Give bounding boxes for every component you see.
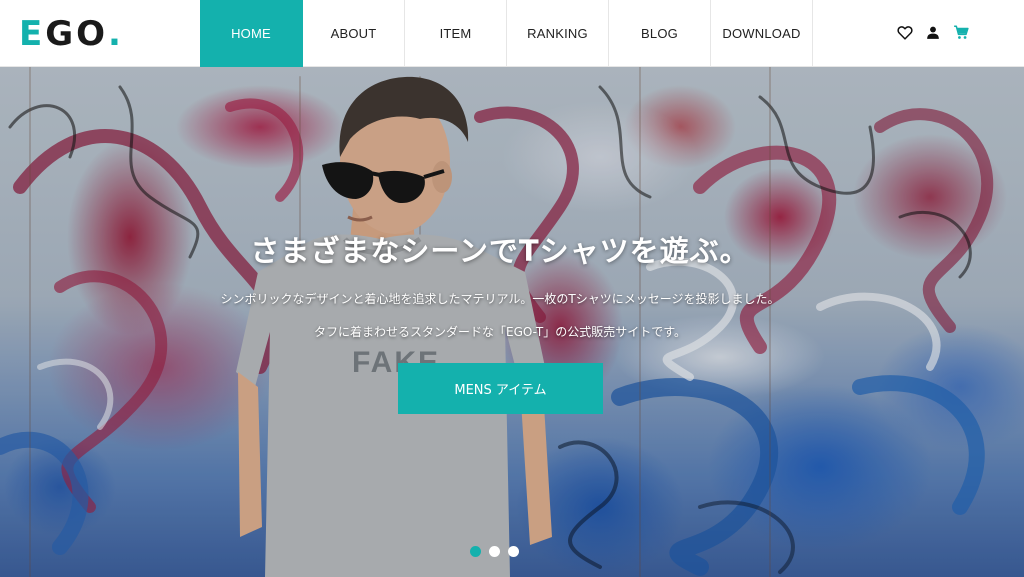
user-icon[interactable] — [924, 24, 941, 41]
logo-e: E — [19, 14, 46, 54]
logo[interactable]: E GO. — [19, 14, 124, 54]
slider-pagination — [470, 546, 519, 557]
nav-item-item[interactable]: ITEM — [405, 0, 507, 67]
hero-slider: FAKE さまざまなシーンでTシャツを遊ぶ。 シンボリックなデザインと着心地を追… — [0, 67, 1024, 577]
main-nav: HOME ABOUT ITEM RANKING BLOG DOWNLOAD — [200, 0, 813, 67]
hero-description-line-1: シンボリックなデザインと着心地を追求したマテリアル。一枚のTシャツにメッセージを… — [220, 292, 780, 306]
hero-model-image: FAKE — [236, 76, 552, 577]
nav-item-blog[interactable]: BLOG — [609, 0, 711, 67]
cart-icon[interactable] — [952, 24, 969, 41]
logo-go: GO — [45, 14, 109, 54]
slide-dot-2[interactable] — [489, 546, 500, 557]
slide-dot-3[interactable] — [508, 546, 519, 557]
hero-description-line-2: タフに着まわせるスタンダードな「EGO-T」の公式販売サイトです。 — [313, 325, 687, 339]
site-header: E GO. HOME ABOUT ITEM RANKING BLOG DOWNLO… — [0, 0, 1024, 67]
nav-item-home[interactable]: HOME — [200, 0, 303, 67]
slide-dot-1[interactable] — [470, 546, 481, 557]
hero-title: さまざまなシーンでTシャツを遊ぶ。 — [250, 234, 750, 268]
nav-item-about[interactable]: ABOUT — [303, 0, 405, 67]
heart-icon[interactable] — [896, 24, 913, 41]
header-icons — [896, 24, 969, 41]
nav-item-ranking[interactable]: RANKING — [507, 0, 609, 67]
logo-dot: . — [108, 14, 124, 54]
nav-item-download[interactable]: DOWNLOAD — [711, 0, 813, 67]
mens-items-button[interactable]: MENS アイテム — [398, 363, 603, 414]
